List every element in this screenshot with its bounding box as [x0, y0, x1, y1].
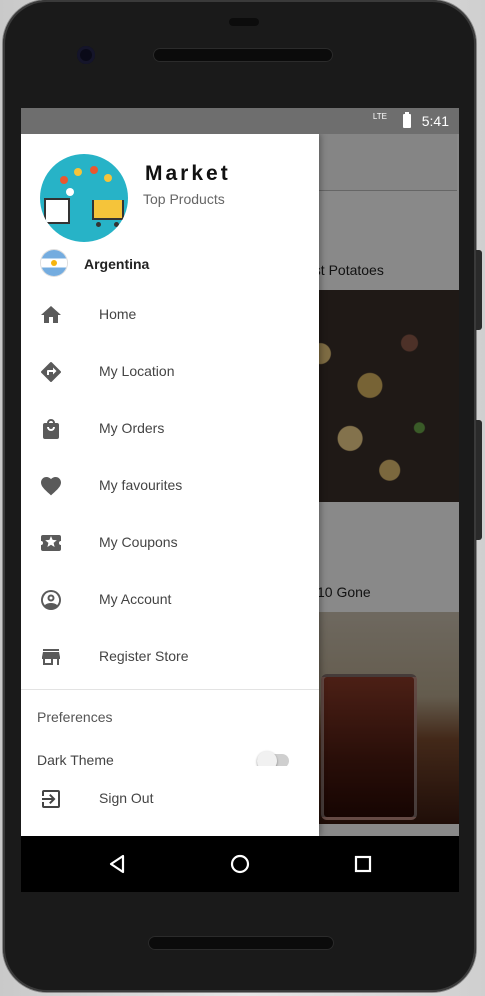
menu-item-label: My Orders	[99, 420, 165, 436]
menu-item-my-location[interactable]: My Location	[21, 344, 319, 401]
menu-item-label: My favourites	[99, 477, 183, 493]
android-nav-bar	[21, 836, 459, 892]
battery-icon	[403, 112, 411, 128]
app-name: Market	[145, 162, 231, 185]
navigation-drawer: Market Top Products Argentina Home My Lo…	[21, 134, 319, 836]
country-name: Argentina	[84, 256, 150, 272]
menu-item-my-account[interactable]: My Account	[21, 572, 319, 629]
menu-item-my-orders[interactable]: My Orders	[21, 401, 319, 458]
shopping-bag-icon	[43, 419, 59, 439]
app-subtitle: Top Products	[143, 191, 225, 207]
network-indicator: LTE	[372, 112, 387, 121]
divider	[21, 689, 319, 690]
sign-out-button[interactable]: Sign Out	[21, 771, 319, 828]
store-icon	[42, 649, 60, 665]
menu-item-home[interactable]: Home	[21, 287, 319, 344]
menu-item-label: My Account	[99, 591, 172, 607]
argentina-flag-icon	[41, 250, 67, 276]
power-button	[476, 420, 482, 540]
dark-theme-label: Dark Theme	[37, 752, 114, 766]
menu-item-label: My Location	[99, 363, 175, 379]
directions-icon	[41, 362, 61, 382]
dark-theme-row[interactable]: Dark Theme	[21, 746, 319, 766]
volume-button	[476, 250, 482, 330]
country-selector[interactable]: Argentina	[21, 246, 319, 282]
menu-item-label: Register Store	[99, 648, 189, 664]
top-slot	[229, 18, 259, 26]
home-icon	[41, 306, 61, 323]
status-bar: LTE 5:41	[21, 108, 459, 134]
account-circle-icon	[41, 590, 61, 610]
sign-out-icon	[42, 790, 60, 808]
device-screen: LTE 5:41 ast Potatoes 10 Gone Market Top…	[21, 108, 459, 836]
menu-item-my-coupons[interactable]: My Coupons	[21, 515, 319, 572]
menu-item-label: My Coupons	[99, 534, 178, 550]
back-icon[interactable]	[103, 850, 131, 878]
clock: 5:41	[421, 113, 449, 129]
heart-icon	[41, 477, 61, 496]
preferences-heading: Preferences	[37, 709, 113, 725]
home-circle-icon[interactable]	[226, 850, 254, 878]
front-camera	[77, 46, 95, 64]
recents-icon[interactable]	[349, 850, 377, 878]
coupon-icon	[41, 535, 61, 551]
market-logo	[40, 154, 128, 242]
menu-item-register-store[interactable]: Register Store	[21, 629, 319, 686]
menu-item-my-favourites[interactable]: My favourites	[21, 458, 319, 515]
dark-theme-toggle[interactable]	[257, 751, 289, 766]
top-speaker	[153, 48, 333, 62]
sign-out-label: Sign Out	[99, 790, 154, 806]
bottom-speaker	[148, 936, 334, 950]
drawer-header: Market Top Products	[21, 134, 319, 246]
menu-item-label: Home	[99, 306, 137, 322]
